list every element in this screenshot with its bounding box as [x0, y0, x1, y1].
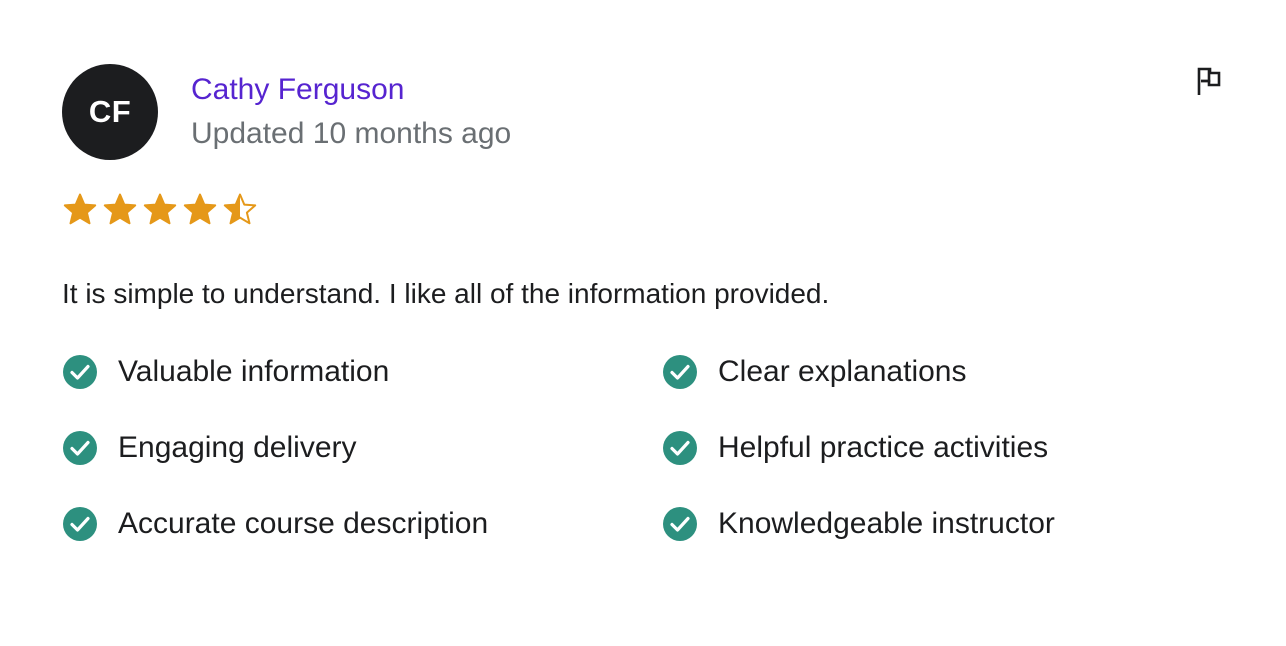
aspect-item: Clear explanations [662, 352, 1224, 391]
aspect-item: Accurate course description [62, 504, 662, 543]
aspect-label: Accurate course description [118, 507, 489, 540]
aspect-item: Valuable information [62, 352, 662, 391]
review-text: It is simple to understand. I like all o… [62, 278, 830, 309]
aspect-label: Helpful practice activities [718, 431, 1049, 464]
check-circle-icon [663, 354, 697, 389]
check-circle-icon [663, 506, 697, 541]
star-half-icon [223, 193, 257, 225]
review-header: CF Cathy Ferguson Updated 10 months ago [62, 64, 1224, 160]
aspect-label: Clear explanations [718, 355, 967, 388]
check-circle-icon [663, 430, 697, 465]
star-rating [62, 192, 1224, 228]
updated-timestamp: Updated 10 months ago [191, 117, 512, 150]
aspect-item: Helpful practice activities [662, 428, 1224, 467]
aspect-label: Knowledgeable instructor [718, 507, 1055, 540]
review-card: CF Cathy Ferguson Updated 10 months ago … [62, 64, 1224, 543]
star-full-icon [143, 193, 177, 225]
check-circle-icon [63, 506, 97, 541]
reviewer-name-link[interactable]: Cathy Ferguson [191, 70, 511, 110]
check-circle-icon [63, 430, 97, 465]
aspect-label: Valuable information [118, 355, 390, 388]
star-full-icon [103, 193, 137, 225]
aspect-label: Engaging delivery [118, 431, 357, 464]
review-aspects: Valuable information Clear explanations En… [62, 352, 1224, 543]
report-flag-icon[interactable] [1194, 66, 1224, 96]
reviewer-meta: Cathy Ferguson Updated 10 months ago [191, 70, 511, 154]
star-full-icon [63, 193, 97, 225]
avatar: CF [62, 64, 158, 160]
aspect-item: Engaging delivery [62, 428, 662, 467]
star-full-icon [183, 193, 217, 225]
aspect-item: Knowledgeable instructor [662, 504, 1224, 543]
flag-icon [1197, 67, 1221, 95]
check-circle-icon [63, 354, 97, 389]
